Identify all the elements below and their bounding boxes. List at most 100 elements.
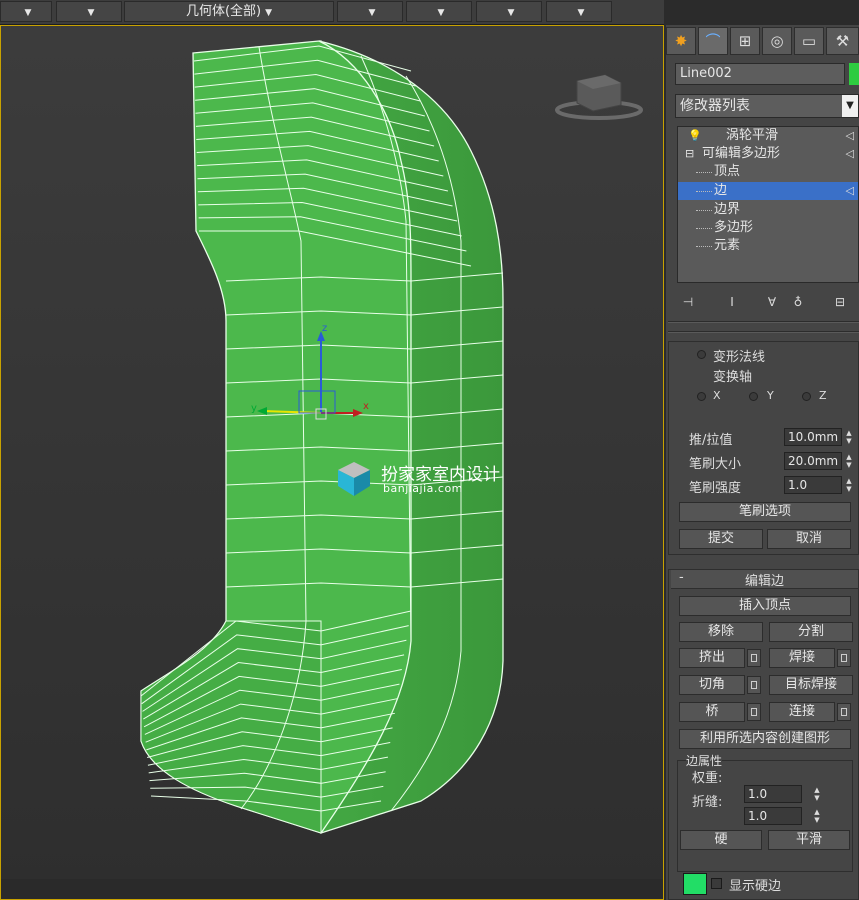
chevron-down-icon: ▼ xyxy=(24,8,32,18)
hammer-icon: ⚒ xyxy=(835,32,850,50)
toolbar-dropdown-3[interactable]: ▼ xyxy=(337,1,403,22)
split-button[interactable]: 分割 xyxy=(769,622,853,642)
chevron-down-icon: ▼ xyxy=(842,95,858,117)
modify-curve-icon: ⌒ xyxy=(705,32,721,50)
object-color-swatch[interactable] xyxy=(849,63,859,85)
brush-size-spinner[interactable]: 20.0mm ▲ ▼ xyxy=(784,452,852,470)
connect-settings-button[interactable] xyxy=(837,703,851,721)
weight-spinner[interactable]: 1.0 ▲ ▼ xyxy=(744,785,820,803)
stack-item-label: 可编辑多边形 xyxy=(702,146,781,161)
object-name-field[interactable]: Line002 xyxy=(675,63,845,85)
brush-strength-label: 笔刷强度 xyxy=(689,481,742,496)
spinner-arrows-icon[interactable]: ▲ ▼ xyxy=(811,786,823,802)
stack-subobject-element[interactable]: 元素 xyxy=(678,237,858,255)
selection-filter-dropdown[interactable]: 几何体(全部) ▼ xyxy=(124,1,334,22)
axis-y-radio[interactable] xyxy=(749,392,758,401)
spinner-arrows-icon[interactable]: ▲ ▼ xyxy=(843,429,855,445)
stack-subobject-vertex[interactable]: 顶点 xyxy=(678,163,858,181)
tab-modify[interactable]: ⌒ xyxy=(698,27,728,55)
brush-strength-spinner[interactable]: 1.0 ▲ ▼ xyxy=(784,476,852,494)
tab-display[interactable]: ▭ xyxy=(794,27,824,55)
spinner-arrows-icon[interactable]: ▲ ▼ xyxy=(811,808,823,824)
spinner-arrows-icon[interactable]: ▲ ▼ xyxy=(843,453,855,469)
bridge-settings-button[interactable] xyxy=(747,703,761,721)
toolbar-dropdown-5[interactable]: ▼ xyxy=(476,1,542,22)
gizmo-z-label: z xyxy=(322,323,327,334)
stack-subobject-edge[interactable]: 边 ◁ xyxy=(678,182,858,200)
toolbar-dropdown-6[interactable]: ▼ xyxy=(546,1,612,22)
brush-options-button[interactable]: 笔刷选项 xyxy=(679,502,851,522)
stack-subobject-polygon[interactable]: 多边形 xyxy=(678,219,858,237)
stack-item-label: 多边形 xyxy=(714,220,754,235)
stack-item-turbosmooth[interactable]: 💡 涡轮平滑 ◁ xyxy=(678,127,858,145)
edit-edges-header[interactable]: - 编辑边 xyxy=(671,570,858,589)
axis-z-label: Z xyxy=(819,389,827,402)
chamfer-settings-button[interactable] xyxy=(747,676,761,694)
create-shape-button[interactable]: 利用所选内容创建图形 xyxy=(679,729,851,749)
weld-button[interactable]: 焊接 xyxy=(769,648,835,668)
chamfer-button[interactable]: 切角 xyxy=(679,675,745,695)
deform-normal-label: 变形法线 xyxy=(713,350,766,365)
show-hard-edges-label: 显示硬边 xyxy=(729,879,782,894)
hard-edge-color-swatch[interactable] xyxy=(683,873,707,895)
chevron-down-icon: ▼ xyxy=(87,8,95,18)
toolbar-dropdown-1[interactable]: ▼ xyxy=(0,1,52,22)
commit-button[interactable]: 提交 xyxy=(679,529,763,549)
remove-button[interactable]: 移除 xyxy=(679,622,763,642)
stack-item-editable-poly[interactable]: ⊟ 可编辑多边形 ◁ xyxy=(678,145,858,163)
connect-button[interactable]: 连接 xyxy=(769,702,835,722)
modifier-list-dropdown[interactable]: 修改器列表 ▼ xyxy=(675,94,859,118)
bridge-button[interactable]: 桥 xyxy=(679,702,745,722)
watermark: 扮家家室内设计 banjiajia.com xyxy=(334,458,554,503)
make-unique-icon[interactable]: ∀ xyxy=(761,291,783,313)
spinner-arrows-icon[interactable]: ▲ ▼ xyxy=(843,477,855,493)
collapse-minus-icon[interactable]: ⊟ xyxy=(685,145,694,163)
stack-tools: ⊣ Ⅰ ∀ ♁ ⊟ xyxy=(677,291,859,313)
modifier-stack[interactable]: 💡 涡轮平滑 ◁ ⊟ 可编辑多边形 ◁ 顶点 边 ◁ 边界 多边形 元素 xyxy=(677,126,859,283)
tab-utilities[interactable]: ⚒ xyxy=(826,27,859,55)
tab-create[interactable]: ✸ xyxy=(666,27,696,55)
axis-z-radio[interactable] xyxy=(802,392,811,401)
stack-item-label: 边界 xyxy=(714,202,741,217)
axis-x-label: X xyxy=(713,389,721,402)
push-pull-spinner[interactable]: 10.0mm ▲ ▼ xyxy=(784,428,852,446)
toolbar-dropdown-4[interactable]: ▼ xyxy=(406,1,472,22)
smooth-button[interactable]: 平滑 xyxy=(768,830,850,850)
remove-modifier-icon[interactable]: ♁ xyxy=(787,291,809,313)
stack-subobject-border[interactable]: 边界 xyxy=(678,201,858,219)
toolbar-dropdown-2[interactable]: ▼ xyxy=(56,1,122,22)
tab-hierarchy[interactable]: ⊞ xyxy=(730,27,760,55)
monitor-icon: ▭ xyxy=(801,32,817,50)
stack-item-label: 涡轮平滑 xyxy=(726,128,779,143)
show-end-result-icon[interactable]: Ⅰ xyxy=(721,291,743,313)
cancel-button[interactable]: 取消 xyxy=(767,529,851,549)
axis-x-radio[interactable] xyxy=(697,392,706,401)
extrude-settings-button[interactable] xyxy=(747,649,761,667)
target-weld-button[interactable]: 目标焊接 xyxy=(769,675,853,695)
pin-stack-icon[interactable]: ⊣ xyxy=(677,291,699,313)
extrude-button[interactable]: 挤出 xyxy=(679,648,745,668)
viewport-bottom-bar xyxy=(1,879,663,899)
chevron-down-icon: ▼ xyxy=(577,8,585,18)
pin-triangle-icon: ◁ xyxy=(845,129,854,142)
transform-axis-label: 变换轴 xyxy=(713,370,753,385)
tab-motion[interactable]: ◎ xyxy=(762,27,792,55)
collapse-icon[interactable]: - xyxy=(679,570,684,585)
weld-settings-button[interactable] xyxy=(837,649,851,667)
viewport-canvas[interactable]: z x y xyxy=(1,26,664,900)
pin-triangle-icon: ◁ xyxy=(845,184,854,197)
edge-properties-group: 边属性 权重: 1.0 ▲ ▼ 折缝: 1.0 ▲ ▼ 硬 平滑 xyxy=(677,752,853,872)
lightbulb-icon[interactable]: 💡 xyxy=(688,127,702,145)
motion-icon: ◎ xyxy=(770,32,784,50)
deform-normal-radio[interactable] xyxy=(697,350,706,359)
weight-value: 1.0 xyxy=(748,787,768,801)
hard-button[interactable]: 硬 xyxy=(680,830,762,850)
configure-sets-icon[interactable]: ⊟ xyxy=(829,291,851,313)
weight-label: 权重: xyxy=(692,771,723,786)
insert-vertex-button[interactable]: 插入顶点 xyxy=(679,596,851,616)
perspective-viewport[interactable]: z x y 扮家家室内设计 banjiajia.com xyxy=(0,25,664,900)
crease-spinner[interactable]: 1.0 ▲ ▼ xyxy=(744,807,820,825)
chevron-down-icon: ▼ xyxy=(265,8,273,18)
show-hard-edges-checkbox[interactable] xyxy=(711,878,722,889)
pin-triangle-icon: ◁ xyxy=(845,147,854,160)
